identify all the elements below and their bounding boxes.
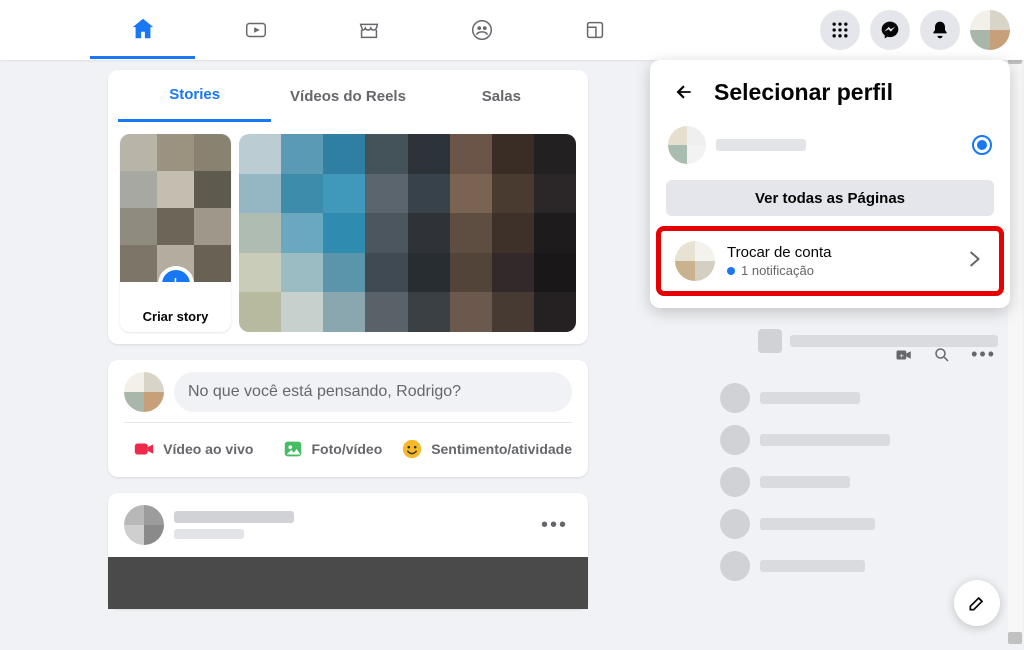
arrow-left-icon xyxy=(674,82,694,102)
new-message-button[interactable] xyxy=(954,580,1000,626)
video-icon xyxy=(133,438,155,460)
notifications-button[interactable] xyxy=(920,10,960,50)
nav-groups[interactable] xyxy=(429,1,534,59)
stories-card: Stories Vídeos do Reels Salas + Criar st… xyxy=(108,70,588,344)
scrollbar[interactable] xyxy=(1008,4,1022,644)
scroll-arrow-down-icon[interactable] xyxy=(1008,632,1022,644)
post-avatar[interactable] xyxy=(124,505,164,545)
gaming-icon xyxy=(582,17,608,43)
messenger-button[interactable] xyxy=(870,10,910,50)
switch-subtitle: 1 notificação xyxy=(727,263,951,278)
home-icon xyxy=(130,16,156,42)
tab-rooms[interactable]: Salas xyxy=(425,70,578,122)
contact-item[interactable] xyxy=(718,503,998,545)
tab-reels[interactable]: Vídeos do Reels xyxy=(271,70,424,122)
post-image[interactable] xyxy=(108,557,588,609)
create-story[interactable]: + Criar story xyxy=(120,134,231,332)
radio-selected-icon xyxy=(972,135,992,155)
switch-account-button[interactable]: Trocar de conta 1 notificação xyxy=(656,226,1004,296)
action-feeling[interactable]: Sentimento/atividade xyxy=(401,429,572,469)
action-live-video[interactable]: Vídeo ao vivo xyxy=(124,429,263,469)
top-navbar xyxy=(0,0,1024,60)
see-all-pages-button[interactable]: Ver todas as Páginas xyxy=(666,180,994,216)
back-button[interactable] xyxy=(668,76,700,108)
nav-watch[interactable] xyxy=(203,1,308,59)
stories-tabs: Stories Vídeos do Reels Salas xyxy=(108,70,588,122)
nav-gaming[interactable] xyxy=(542,1,647,59)
photo-icon xyxy=(282,438,304,460)
profile-switcher-dropdown: Selecionar perfil Ver todas as Páginas T… xyxy=(650,60,1010,308)
switch-avatar xyxy=(675,241,715,281)
profile-option-current[interactable] xyxy=(658,120,1002,170)
compose-icon xyxy=(967,593,987,613)
profile-name xyxy=(716,139,962,151)
nav-home[interactable] xyxy=(90,1,195,59)
divider xyxy=(124,422,572,423)
notification-dot-icon xyxy=(727,267,735,275)
composer-actions: Vídeo ao vivo Foto/vídeo Sentimento/ativ… xyxy=(124,429,572,469)
messenger-icon xyxy=(880,20,900,40)
account-avatar[interactable] xyxy=(970,10,1010,50)
switch-title: Trocar de conta xyxy=(727,244,951,261)
sponsor-row[interactable] xyxy=(758,326,998,356)
post-card: ••• xyxy=(108,493,588,609)
story-thumbnail xyxy=(120,134,231,282)
nav-center xyxy=(90,1,647,59)
grid-icon xyxy=(830,20,850,40)
contact-item[interactable] xyxy=(718,461,998,503)
feeling-icon xyxy=(401,438,423,460)
tab-stories[interactable]: Stories xyxy=(118,70,271,122)
contact-item[interactable] xyxy=(718,377,998,419)
stories-row: + Criar story xyxy=(108,122,588,344)
nav-right xyxy=(820,10,1010,50)
nav-marketplace[interactable] xyxy=(316,1,421,59)
story-thumbnails[interactable] xyxy=(239,134,576,332)
profile-avatar xyxy=(668,126,706,164)
avatar-image xyxy=(970,10,1010,50)
contacts-list xyxy=(718,377,998,587)
menu-button[interactable] xyxy=(820,10,860,50)
marketplace-icon xyxy=(356,17,382,43)
contact-item[interactable] xyxy=(718,545,998,587)
dropdown-title: Selecionar perfil xyxy=(714,79,893,106)
composer-input[interactable]: No que você está pensando, Rodrigo? xyxy=(174,372,572,412)
bell-icon xyxy=(930,20,950,40)
right-sidebar: + ••• xyxy=(718,338,998,587)
groups-icon xyxy=(469,17,495,43)
post-more-button[interactable]: ••• xyxy=(537,510,572,541)
composer-card: No que você está pensando, Rodrigo? Víde… xyxy=(108,360,588,477)
create-story-label: Criar story xyxy=(120,282,231,332)
contact-item[interactable] xyxy=(718,419,998,461)
feed-column: Stories Vídeos do Reels Salas + Criar st… xyxy=(108,70,588,625)
action-photo-video[interactable]: Foto/vídeo xyxy=(263,429,402,469)
chevron-right-icon xyxy=(963,248,985,275)
post-author[interactable] xyxy=(174,511,294,539)
watch-icon xyxy=(243,17,269,43)
composer-avatar[interactable] xyxy=(124,372,164,412)
